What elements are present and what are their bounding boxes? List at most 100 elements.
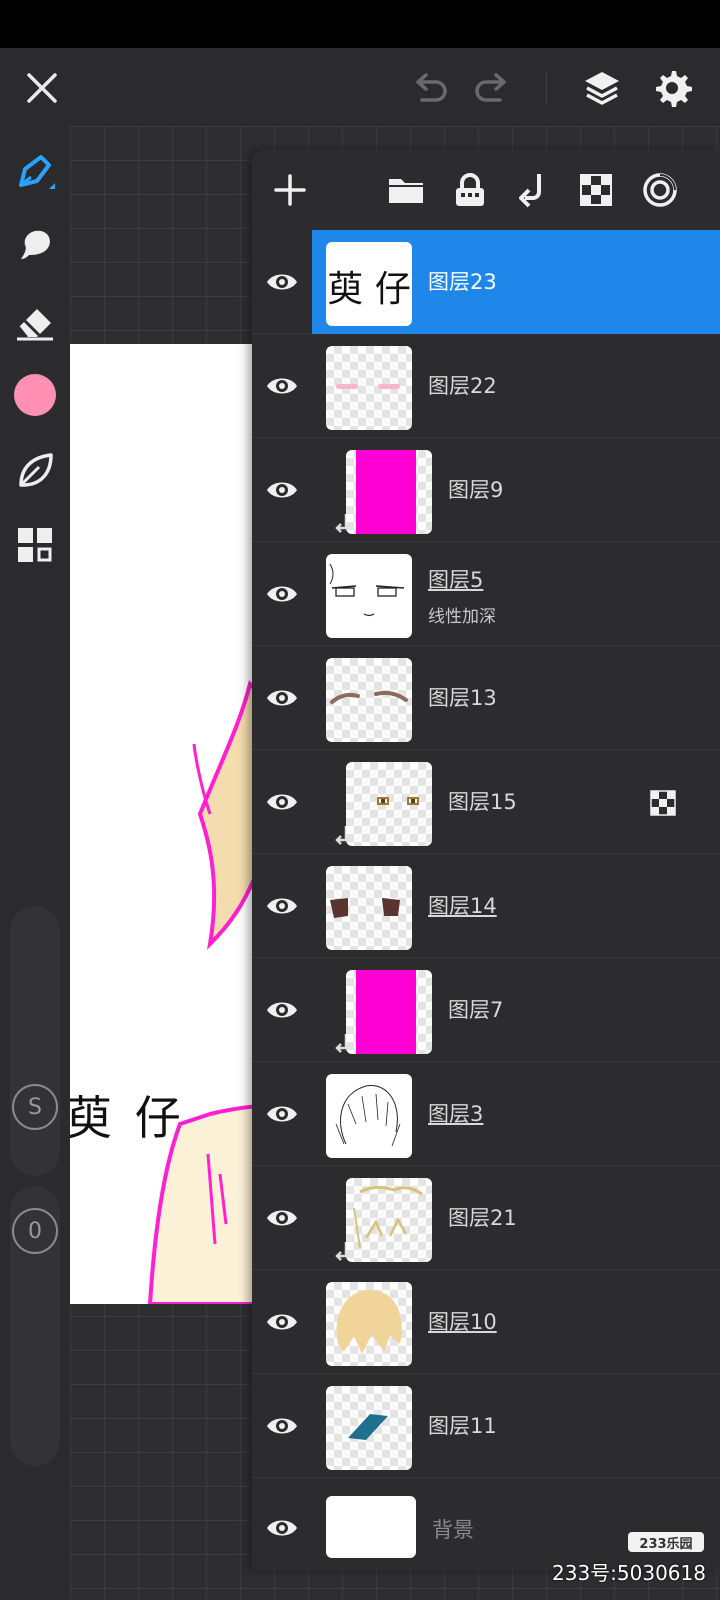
status-bar xyxy=(0,0,720,48)
layer-name: 图层9 xyxy=(448,478,504,502)
gear-icon xyxy=(656,71,692,107)
layer-main[interactable]: 图层11 xyxy=(312,1374,720,1478)
redo-button[interactable] xyxy=(466,62,518,114)
layer-thumbnail xyxy=(326,866,412,950)
layer-thumbnail xyxy=(326,1074,412,1158)
visibility-toggle[interactable] xyxy=(260,888,304,924)
layer-name: 图层22 xyxy=(428,374,497,398)
layer-effect-button[interactable] xyxy=(636,166,684,214)
color-picker-button[interactable] xyxy=(10,370,60,420)
visibility-toggle[interactable] xyxy=(260,1304,304,1340)
layer-main[interactable]: 图层13 xyxy=(312,646,720,750)
canvas-signature-text: 萸 仔 xyxy=(70,1091,185,1145)
undo-icon xyxy=(416,73,447,102)
visibility-toggle[interactable] xyxy=(260,264,304,300)
stabilizer-label: S xyxy=(28,1094,42,1120)
face-lineart xyxy=(329,563,405,617)
layer-main[interactable]: 图层21 xyxy=(312,1166,720,1270)
visibility-toggle[interactable] xyxy=(260,680,304,716)
add-layer-button[interactable] xyxy=(266,166,314,214)
layer-thumbnail xyxy=(326,1386,412,1470)
visibility-toggle[interactable] xyxy=(260,472,304,508)
opacity-knob[interactable]: 0 xyxy=(12,1208,58,1254)
layer-thumbnail xyxy=(346,762,432,846)
teal-brush-stroke xyxy=(348,1414,388,1440)
visibility-toggle[interactable] xyxy=(260,368,304,404)
smudge-tool[interactable] xyxy=(10,220,60,270)
layer-row-7[interactable]: 图层7 xyxy=(252,958,720,1062)
eye-icon xyxy=(267,898,297,914)
layer-row-10[interactable]: 图层10 xyxy=(252,1270,720,1374)
undo-button[interactable] xyxy=(404,62,456,114)
layer-main[interactable]: 图层5 线性加深 xyxy=(312,542,720,646)
layer-main[interactable]: 图层10 xyxy=(312,1270,720,1374)
eye-icon xyxy=(267,1210,297,1226)
brush-size-knob[interactable]: S xyxy=(12,1084,58,1130)
visibility-toggle[interactable] xyxy=(260,784,304,820)
target-icon xyxy=(643,173,677,207)
layer-row-22[interactable]: 图层22 xyxy=(252,334,720,438)
layer-row-23[interactable]: 萸 仔 图层23 xyxy=(252,230,720,334)
plus-icon xyxy=(274,174,306,206)
visibility-toggle[interactable] xyxy=(260,576,304,612)
watermark-text: 233号:5030618 xyxy=(552,1561,706,1585)
layer-name: 图层3 xyxy=(428,1102,484,1126)
layer-row-21[interactable]: 图层21 xyxy=(252,1166,720,1270)
top-divider xyxy=(546,70,547,104)
layer-row-3[interactable]: 图层3 xyxy=(252,1062,720,1166)
current-color-swatch xyxy=(14,374,56,416)
visibility-toggle[interactable] xyxy=(260,1096,304,1132)
eye-color-strokes xyxy=(377,797,419,805)
eye-icon xyxy=(267,1314,297,1330)
layer-row-9[interactable]: 图层9 xyxy=(252,438,720,542)
left-toolbar: S 0 xyxy=(0,126,70,1600)
visibility-toggle[interactable] xyxy=(260,1200,304,1236)
grid-menu-tool[interactable] xyxy=(10,520,60,570)
checkerboard-icon xyxy=(580,174,612,206)
brush-library-tool[interactable] xyxy=(10,446,60,496)
visibility-toggle[interactable] xyxy=(260,992,304,1028)
settings-button[interactable] xyxy=(646,62,698,114)
background-thumbnail xyxy=(326,1496,416,1558)
layer-name: 图层11 xyxy=(428,1414,497,1438)
eye-icon xyxy=(267,794,297,810)
visibility-toggle[interactable] xyxy=(260,1510,304,1546)
top-bar xyxy=(0,48,720,126)
leaf-icon xyxy=(19,453,53,487)
eraser-tool[interactable] xyxy=(10,296,60,346)
add-folder-button[interactable] xyxy=(382,166,430,214)
alpha-lock-button[interactable] xyxy=(572,166,620,214)
watermark-badge: 233乐园 xyxy=(628,1532,704,1552)
grid-icon xyxy=(18,528,52,562)
layer-name: 图层7 xyxy=(448,998,504,1022)
layer-main[interactable]: 图层14 xyxy=(312,854,720,958)
layer-main[interactable]: 图层9 xyxy=(312,438,720,542)
layer-thumbnail xyxy=(326,658,412,742)
clip-layer-button[interactable] xyxy=(508,166,556,214)
layer-row-15[interactable]: 图层15 xyxy=(252,750,720,854)
layer-row-5[interactable]: 图层5 线性加深 xyxy=(252,542,720,646)
layer-row-11[interactable]: 图层11 xyxy=(252,1374,720,1478)
layers-button[interactable] xyxy=(576,62,628,114)
pen-tool[interactable] xyxy=(10,148,60,198)
pen-icon xyxy=(19,155,55,189)
layer-main[interactable]: 图层22 xyxy=(312,334,720,438)
layer-main[interactable]: 图层15 xyxy=(312,750,720,854)
magenta-fill xyxy=(356,970,416,1054)
eye-icon xyxy=(267,274,297,290)
eraser-icon xyxy=(17,309,53,341)
visibility-toggle[interactable] xyxy=(260,1408,304,1444)
layer-main[interactable]: 图层3 xyxy=(312,1062,720,1166)
layer-main[interactable]: 萸 仔 图层23 xyxy=(312,230,720,334)
layers-panel-toolbar xyxy=(252,150,720,230)
lock-layer-button[interactable] xyxy=(446,166,494,214)
layer-name: 图层23 xyxy=(428,270,497,294)
brush-size-slider[interactable] xyxy=(10,906,60,1176)
close-button[interactable] xyxy=(16,62,68,114)
smudge-icon xyxy=(21,230,50,259)
iris-shapes xyxy=(330,898,400,918)
layer-row-13[interactable]: 图层13 xyxy=(252,646,720,750)
layer-thumbnail xyxy=(346,450,432,534)
layer-main[interactable]: 图层7 xyxy=(312,958,720,1062)
layer-row-14[interactable]: 图层14 xyxy=(252,854,720,958)
